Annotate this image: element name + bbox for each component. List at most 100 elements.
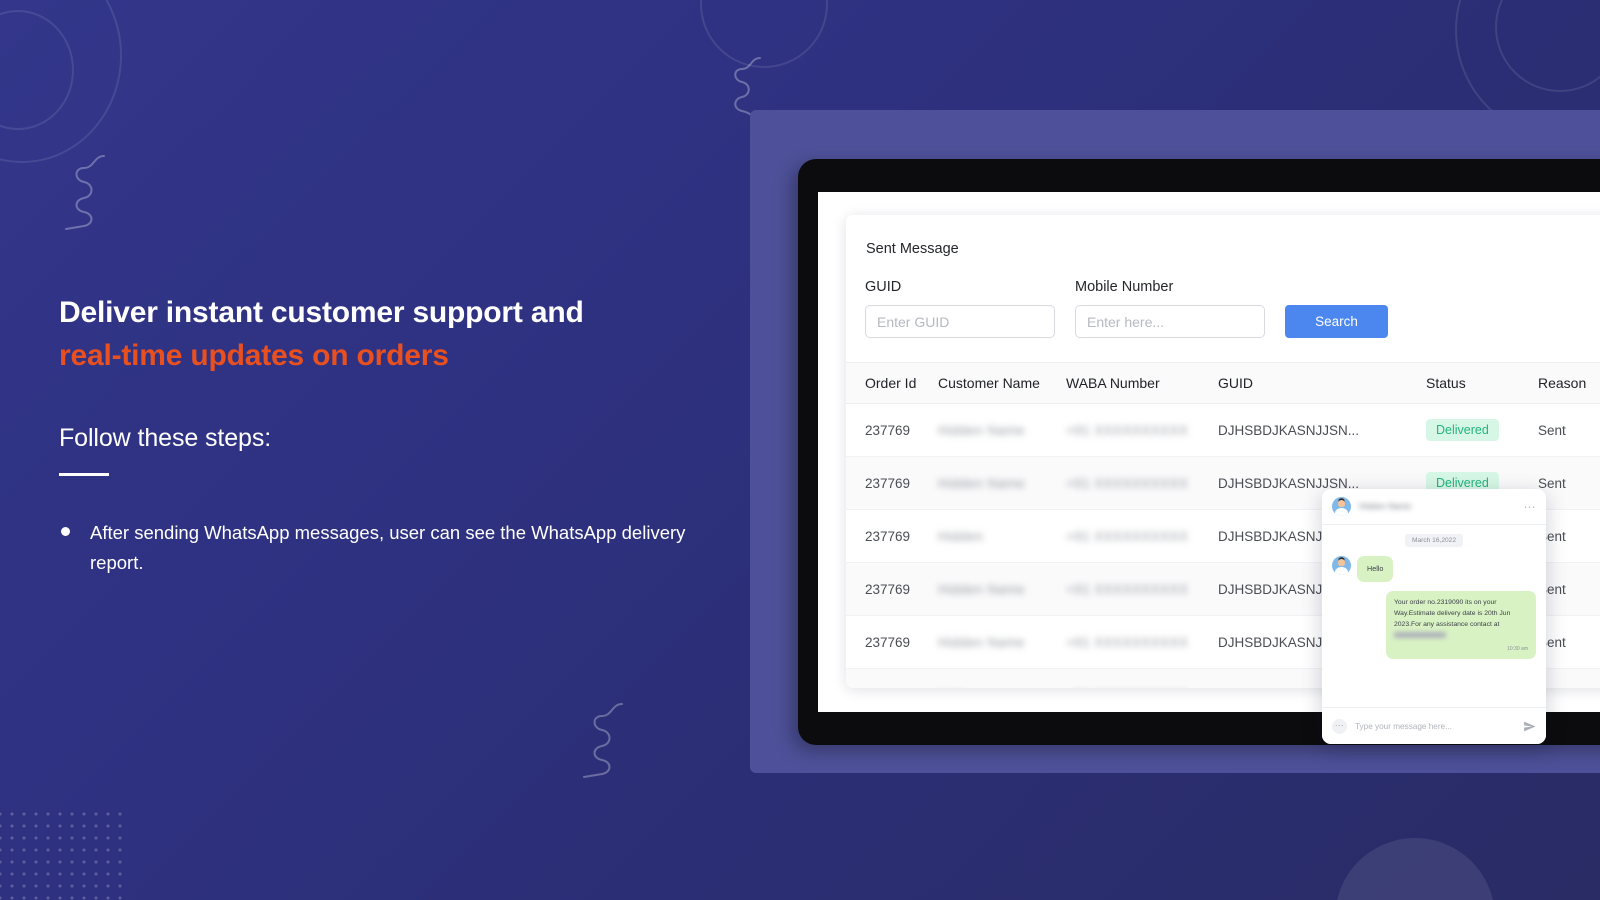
list-item: After sending WhatsApp messages, user ca…: [59, 518, 719, 578]
page-title: Deliver instant customer support and rea…: [59, 292, 719, 377]
search-form: GUID Mobile Number Search: [846, 257, 1600, 362]
cell-order-id: 237769: [846, 562, 938, 616]
cell-guid-value: DJHSBDJKASNJJSN...: [1218, 422, 1360, 438]
column-header-waba-number: WABA Number: [1066, 362, 1218, 404]
cell-order-id-value: 237769: [865, 581, 911, 597]
chat-message-incoming: Hello: [1332, 556, 1536, 582]
bullet-dot-icon: [61, 527, 70, 537]
cell-customer-name-value: Hidden Name: [938, 475, 1025, 491]
decor-squiggle-left: [58, 152, 114, 234]
cell-order-id-value: 237769: [865, 634, 911, 650]
decor-squiggle-bottom: [576, 700, 632, 782]
column-header-guid: GUID: [1218, 362, 1426, 404]
chat-bubble: Hello: [1357, 556, 1394, 582]
more-horizontal-icon[interactable]: ⋯: [1524, 501, 1537, 513]
mobile-number-input[interactable]: [1075, 305, 1265, 338]
cell-waba-number-value: +91 XXXXXXXXXX: [1066, 422, 1189, 438]
cell-customer-name-value: Hidden: [938, 528, 984, 544]
column-header-customer-name: Customer Name: [938, 362, 1066, 404]
guid-label: GUID: [865, 279, 902, 295]
send-icon[interactable]: [1523, 720, 1536, 733]
cell-customer-name-value: Hidden Name: [938, 422, 1025, 438]
cell-reason: Sent: [1538, 562, 1600, 616]
cell-customer-name-value: Hidden Name: [938, 581, 1025, 597]
decor-ring-inner-left: [0, 10, 74, 130]
cell-waba-number-value: +91 XXXXXXXXXX: [1066, 581, 1189, 597]
decor-ring-inner-right: [1495, 0, 1600, 92]
cell-order-id-value: 237769: [865, 475, 911, 491]
chat-message-input[interactable]: [1355, 721, 1515, 731]
subheading: Follow these steps:: [59, 424, 272, 453]
promo-copy: Deliver instant customer support and rea…: [59, 292, 719, 578]
cell-waba-number-value: +91 XXXXXXXXXX: [1066, 528, 1189, 544]
cell-waba-number: +91 XXXXXXXXXX: [1066, 456, 1218, 510]
cell-customer-name: Hidden Name: [938, 562, 1066, 616]
cell-waba-number-value: +91 XXXXXXXXXX: [1066, 475, 1189, 491]
cell-order-id-value: 237769: [865, 688, 910, 689]
guid-input[interactable]: [865, 305, 1055, 338]
cell-waba-number: +91 XXXXXXXXXX: [1066, 615, 1218, 669]
list-item-label: After sending WhatsApp messages, user ca…: [90, 522, 686, 574]
cell-waba-number: +91 XXXXXXXXXX: [1066, 509, 1218, 563]
status-badge-value: Delivered: [1426, 419, 1499, 441]
chat-message-list: March 16,2022 Hello Your order no.231909…: [1322, 525, 1546, 707]
avatar: [1332, 556, 1351, 575]
column-header-reason: Reason: [1538, 362, 1600, 404]
chat-message-time: 10:30 am: [1507, 645, 1528, 652]
table-row[interactable]: 237769 Hidden Name +91 XXXXXXXXXX DJHSBDJKA…: [846, 403, 1600, 457]
cell-reason: Sent: [1538, 668, 1600, 688]
cell-waba-number: +91 XXXXXXXXXX: [1066, 562, 1218, 616]
cell-reason: Sent: [1538, 615, 1600, 669]
cell-customer-name: Hidden: [938, 509, 1066, 563]
decor-circle-bottom-right: [1335, 838, 1495, 900]
cell-waba-number: +91 XXXXXXXXXX: [1066, 403, 1218, 457]
cell-order-id: 237769: [846, 668, 938, 689]
cell-customer-name-value: Hide: [938, 688, 967, 689]
column-header-status: Status: [1426, 362, 1538, 404]
cell-waba-number-value: +91 XXXXXXXXXX: [1066, 688, 1188, 689]
chat-message-outgoing: Your order no.2319090 its on your Way.Es…: [1332, 590, 1536, 659]
cell-waba-number-value: +91 XXXXXXXXXX: [1066, 634, 1189, 650]
cell-reason: Sent: [1538, 509, 1600, 563]
cell-customer-name: Hidden Name: [938, 615, 1066, 669]
chat-composer: ⋯: [1322, 707, 1546, 744]
cell-order-id-value: 237769: [865, 422, 911, 438]
table-header: Order Id Customer Name WABA Number GUID …: [846, 362, 1600, 404]
cell-order-id-value: 237769: [865, 528, 911, 544]
cell-order-id: 237769: [846, 456, 938, 510]
guid-field-group: GUID: [865, 279, 1055, 338]
chat-bubble: Your order no.2319090 its on your Way.Es…: [1386, 590, 1536, 659]
card-title: Sent Message: [866, 241, 959, 257]
cell-customer-name: Hidden Name: [938, 456, 1066, 510]
decor-ring-outer-left: [0, 0, 122, 163]
decor-ring-top-center: [700, 0, 828, 68]
cell-reason: Sent: [1538, 403, 1600, 457]
chat-widget[interactable]: Hidden Name ⋯ March 16,2022 Hello Your o…: [1322, 489, 1546, 744]
headline-line-2: real-time updates on orders: [59, 338, 449, 372]
cell-reason: Sent: [1538, 456, 1600, 510]
chat-date-chip: March 16,2022: [1405, 534, 1463, 547]
chat-contact-name: Hidden Name: [1359, 502, 1412, 511]
cell-customer-name: Hide: [938, 668, 1066, 689]
cell-guid: DJHSBDJKASNJJSN...: [1218, 403, 1426, 457]
cell-customer-name: Hidden Name: [938, 403, 1066, 457]
more-icon[interactable]: ⋯: [1332, 718, 1347, 734]
steps-list: After sending WhatsApp messages, user ca…: [59, 518, 719, 578]
cell-customer-name-value: Hidden Name: [938, 634, 1025, 650]
column-header-order-id: Order Id: [846, 362, 938, 404]
cell-waba-number: +91 XXXXXXXXXX: [1066, 668, 1218, 689]
redacted-phone-number: [1394, 631, 1446, 638]
cell-order-id: 237769: [846, 403, 938, 457]
table-header-row: Order Id Customer Name WABA Number GUID …: [846, 362, 1600, 404]
decor-dot-grid: [0, 808, 126, 900]
mobile-number-label: Mobile Number: [1075, 279, 1174, 295]
divider: [59, 473, 109, 477]
mobile-field-group: Mobile Number: [1075, 279, 1265, 338]
search-button[interactable]: Search: [1285, 305, 1388, 338]
cell-order-id: 237769: [846, 509, 938, 563]
chat-header: Hidden Name ⋯: [1322, 489, 1546, 525]
chat-bubble-text: Your order no.2319090 its on your Way.Es…: [1394, 598, 1511, 628]
status-badge: Delivered: [1426, 403, 1538, 457]
promo-banner: Deliver instant customer support and rea…: [0, 0, 1600, 900]
cell-reason-value: Sent: [1538, 422, 1566, 438]
